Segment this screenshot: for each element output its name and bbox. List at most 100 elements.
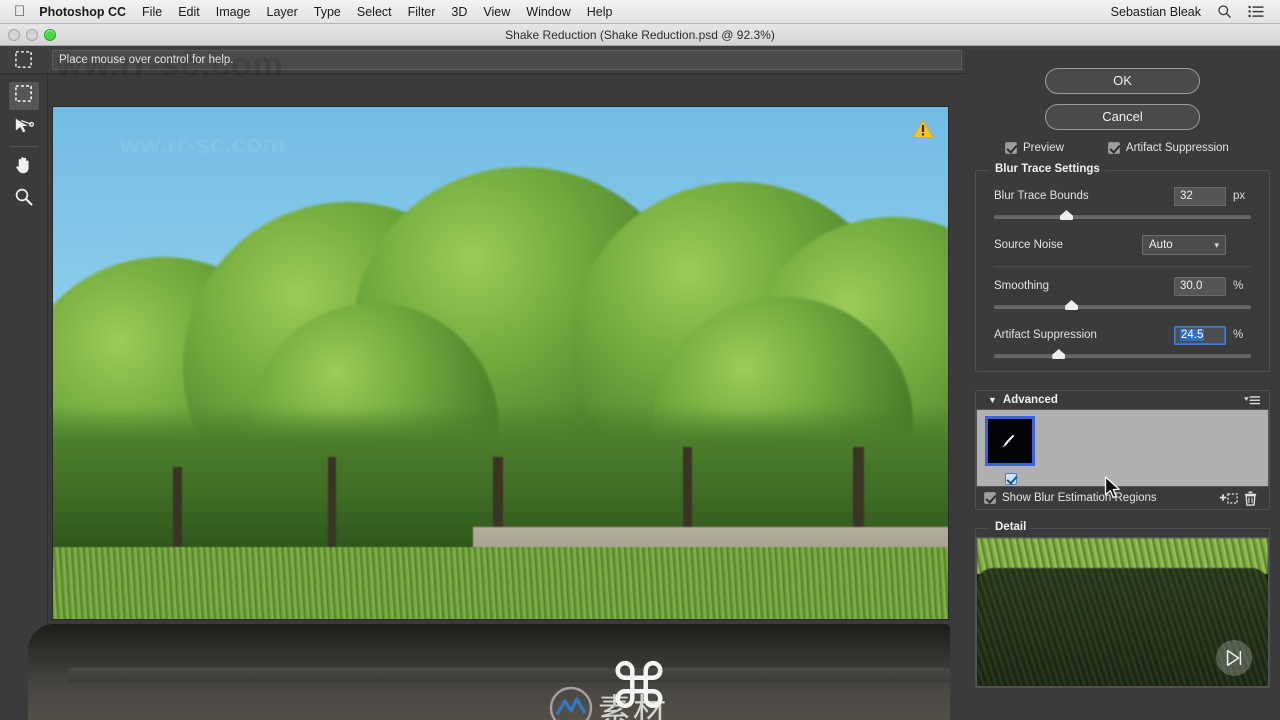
checkbox-icon (1005, 473, 1017, 485)
slider-knob[interactable] (1059, 210, 1073, 220)
smoothing-row: Smoothing 30.0 % (976, 275, 1269, 297)
trash-icon[interactable] (1239, 489, 1261, 507)
menu-bar-status-area: Sebastian Bleak (1111, 4, 1280, 19)
checkbox-icon (1107, 142, 1120, 154)
source-noise-row: Source Noise Auto ▾ (976, 234, 1269, 256)
menu-app-name[interactable]: Photoshop CC (39, 5, 126, 19)
shake-reduction-panel: OK Cancel Preview Artifact Suppression B… (965, 50, 1280, 720)
smoothing-unit: % (1233, 280, 1244, 292)
detail-preview[interactable] (976, 537, 1269, 687)
cancel-button[interactable]: Cancel (1045, 104, 1200, 130)
dashed-marquee-icon (14, 84, 33, 108)
add-blur-region-icon[interactable] (1217, 489, 1239, 507)
smoothing-slider[interactable] (994, 300, 1251, 314)
window-controls (8, 29, 56, 41)
advanced-header[interactable]: ▼ Advanced (976, 391, 1269, 409)
artifact-suppression-slider[interactable] (994, 349, 1251, 363)
slider-track (994, 305, 1251, 309)
blur-direction-icon (13, 116, 35, 141)
apple-logo-icon[interactable]:  (14, 4, 25, 19)
blur-trace-list[interactable] (976, 409, 1269, 487)
menu-item-view[interactable]: View (483, 5, 510, 19)
search-icon[interactable] (1217, 4, 1232, 19)
artifact-suppression-value: 24.5 (1180, 328, 1205, 341)
artifact-suppression-unit: % (1233, 329, 1244, 341)
settings-divider (994, 266, 1251, 267)
blur-trace-bounds-input[interactable]: 32 (1174, 186, 1226, 206)
minimize-button[interactable] (26, 29, 38, 41)
source-noise-value: Auto (1149, 239, 1173, 251)
show-blur-estimation-regions-label: Show Blur Estimation Regions (1002, 492, 1157, 504)
tool-strip (0, 74, 48, 720)
mac-menu-bar:  Photoshop CC File Edit Image Layer Typ… (0, 0, 1280, 24)
detail-loupe-play-icon[interactable] (1216, 640, 1252, 676)
ok-button[interactable]: OK (1045, 68, 1200, 94)
source-noise-label: Source Noise (994, 239, 1064, 251)
command-key-glyph: ⌘ (608, 650, 670, 720)
list-icon[interactable] (1248, 5, 1264, 18)
show-blur-estimation-regions-row: Show Blur Estimation Regions (976, 487, 1269, 509)
smoothing-input[interactable]: 30.0 (1174, 276, 1226, 296)
menu-item-filter[interactable]: Filter (408, 5, 436, 19)
dialog-title-bar: Shake Reduction (Shake Reduction.psd @ 9… (0, 24, 1280, 46)
shake-reduction-dialog: Shake Reduction (Shake Reduction.psd @ 9… (0, 24, 1280, 720)
command-key-overlay: ⌘ (596, 654, 682, 720)
show-blur-estimation-regions-checkbox[interactable]: Show Blur Estimation Regions (984, 492, 1217, 504)
artifact-suppression-toggle-label: Artifact Suppression (1125, 142, 1229, 154)
source-noise-select[interactable]: Auto ▾ (1142, 235, 1226, 255)
blur-trace-settings-title: Blur Trace Settings (990, 163, 1105, 175)
menu-user-name[interactable]: Sebastian Bleak (1111, 5, 1201, 19)
menu-item-layer[interactable]: Layer (267, 5, 298, 19)
foreground-wall (28, 624, 950, 720)
detail-title: Detail (990, 521, 1032, 533)
menu-item-help[interactable]: Help (587, 5, 613, 19)
tool-divider (9, 146, 38, 147)
preview-label: Preview (1023, 142, 1064, 154)
blur-trace-settings-group: Blur Trace Settings Blur Trace Bounds 32… (975, 163, 1270, 372)
menu-item-type[interactable]: Type (314, 5, 341, 19)
blur-direction-tool[interactable] (9, 114, 39, 142)
blur-trace-bounds-slider[interactable] (994, 210, 1251, 224)
triangle-down-icon[interactable]: ▼ (988, 395, 997, 405)
checkbox-icon (984, 492, 996, 504)
blur-estimation-region-tool[interactable] (8, 82, 39, 110)
warning-triangle-icon[interactable] (912, 119, 934, 139)
slider-knob[interactable] (1065, 300, 1079, 310)
artifact-suppression-row: Artifact Suppression 24.5 % (976, 324, 1269, 346)
slider-knob[interactable] (1052, 349, 1066, 359)
close-button[interactable] (8, 29, 20, 41)
blur-trace-bounds-row: Blur Trace Bounds 32 px (976, 185, 1269, 207)
hand-tool[interactable] (9, 153, 39, 181)
menu-item-image[interactable]: Image (216, 5, 251, 19)
hand-icon (13, 154, 34, 180)
blur-trace-enable-checkbox[interactable] (1005, 472, 1023, 490)
preview-checkbox[interactable]: Preview (1005, 142, 1064, 154)
blur-trace-bounds-label: Blur Trace Bounds (994, 190, 1089, 202)
artifact-suppression-checkbox[interactable]: Artifact Suppression (1107, 142, 1229, 154)
magnifier-icon (14, 187, 34, 212)
photoshop-shake-reduction-screen:  Photoshop CC File Edit Image Layer Typ… (0, 0, 1280, 720)
blur-trace-bounds-unit: px (1233, 190, 1246, 202)
slider-track (994, 354, 1251, 358)
help-text: Place mouse over control for help. (59, 53, 234, 66)
panel-menu-icon[interactable] (1244, 395, 1261, 406)
blur-estimation-region-icon (14, 50, 33, 74)
help-text-field: Place mouse over control for help. (52, 49, 962, 70)
advanced-title: Advanced (1002, 394, 1058, 406)
image-preview-canvas[interactable] (52, 106, 949, 620)
watermark-mark-icon (549, 686, 593, 720)
grass-row (53, 585, 948, 619)
menu-item-file[interactable]: File (142, 5, 162, 19)
menu-item-edit[interactable]: Edit (178, 5, 200, 19)
menu-item-window[interactable]: Window (526, 5, 570, 19)
detail-group: Detail (975, 521, 1270, 688)
blur-trace-thumbnail[interactable] (985, 416, 1035, 466)
slider-track (994, 215, 1251, 219)
menu-item-3d[interactable]: 3D (451, 5, 467, 19)
menu-item-select[interactable]: Select (357, 5, 392, 19)
zoom-tool[interactable] (9, 185, 39, 213)
chevron-down-icon: ▾ (1214, 239, 1219, 250)
artifact-suppression-label: Artifact Suppression (994, 329, 1097, 341)
artifact-suppression-input[interactable]: 24.5 (1174, 325, 1226, 345)
zoom-button[interactable] (44, 29, 56, 41)
